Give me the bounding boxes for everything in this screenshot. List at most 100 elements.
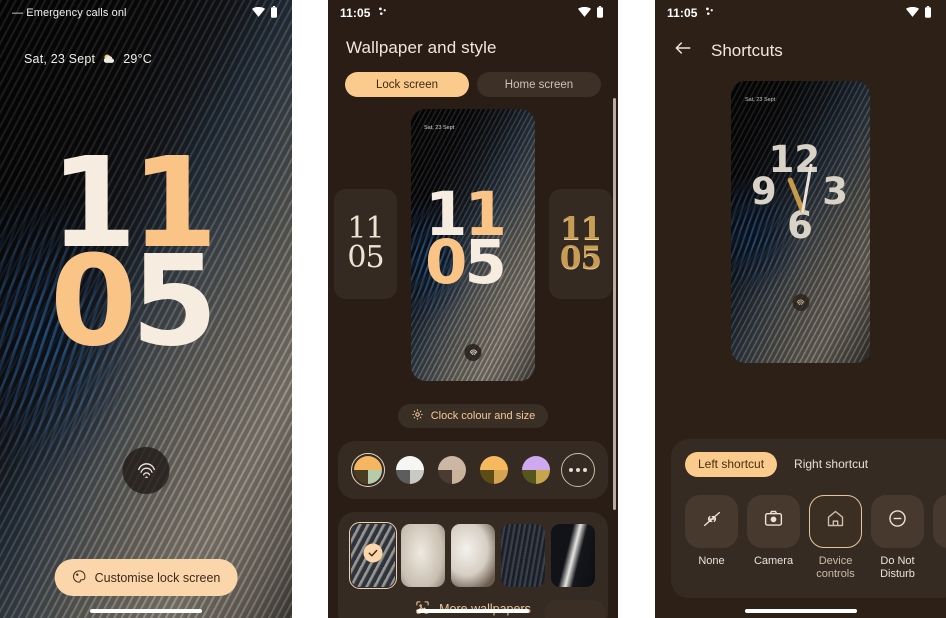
shortcut-option-partial[interactable] <box>933 494 946 583</box>
status-right <box>252 5 278 21</box>
shortcut-option-row: None Camera Device controls Do Not Distu… <box>671 477 946 583</box>
clock-colour-size-button[interactable]: Clock colour and size <box>397 404 549 428</box>
shortcuts-sheet: Left shortcut Right shortcut None Camera… <box>671 438 946 598</box>
shortcuts-lock-preview[interactable]: Sat, 23 Sept 12 3 6 9 <box>731 81 870 363</box>
status-left: — Emergency calls onl <box>12 7 252 19</box>
shortcut-side-tabs: Left shortcut Right shortcut <box>671 451 946 477</box>
option-label: Camera <box>753 554 794 567</box>
preview-minute-1: 0 <box>425 226 467 298</box>
wallpaper-style-panel: 11:05 Wallpaper and style Lock screen Ho… <box>328 0 618 618</box>
option-tile <box>871 494 924 548</box>
home-indicator[interactable] <box>90 609 202 613</box>
battery-icon <box>924 5 932 21</box>
option-tile <box>685 494 738 548</box>
preview-minute-2: 5 <box>464 226 506 298</box>
camera-icon <box>763 508 784 534</box>
lock-screen-panel: — Emergency calls onl Sat, 23 Sept 29°C <box>0 0 292 618</box>
mini-right-line2: 05 <box>559 240 602 276</box>
colour-swatch-section <box>338 441 608 499</box>
check-icon <box>363 543 383 563</box>
swatch-lilac-olive[interactable] <box>519 453 553 487</box>
wallpaper-white-leaf[interactable] <box>451 524 495 587</box>
battery-icon <box>596 5 604 21</box>
gear-icon <box>411 408 424 424</box>
date-weather-row: Sat, 23 Sept 29°C <box>24 52 152 66</box>
status-time: 11:05 <box>340 6 371 20</box>
fingerprint-icon <box>464 344 482 361</box>
tab-lock-screen[interactable]: Lock screen <box>345 72 469 97</box>
shortcuts-status-bar: 11:05 <box>655 0 946 26</box>
wallpaper-black-white-streak[interactable] <box>551 524 595 587</box>
dot <box>569 468 573 472</box>
page-title: Shortcuts <box>711 40 783 60</box>
option-tile <box>933 494 946 548</box>
preview-date-label: Sat, 23 Sept <box>424 125 455 131</box>
vertical-scrollbar[interactable] <box>613 98 616 510</box>
panel-gap-2 <box>618 0 655 618</box>
carrier-label: — Emergency calls onl <box>12 7 127 19</box>
status-left: 11:05 <box>340 6 578 20</box>
swatch-orange-olive[interactable] <box>351 453 385 487</box>
mini-clock-thin: 11 05 <box>347 214 384 275</box>
carousel-card-right[interactable]: 11 05 <box>549 189 612 299</box>
fingerprint-icon[interactable] <box>122 447 170 494</box>
palette-icon <box>72 569 87 587</box>
temperature-label: 29°C <box>123 52 152 66</box>
carousel-card-left[interactable]: 11 05 <box>334 189 397 299</box>
clock-style-carousel[interactable]: 11 05 Sat, 23 Sept 1 1 0 5 11 05 <box>328 109 618 404</box>
status-time: 11:05 <box>667 6 698 20</box>
wallpaper-dark-fur[interactable] <box>501 524 545 587</box>
fingerprint-icon <box>792 294 809 311</box>
tab-right-shortcut[interactable]: Right shortcut <box>781 452 881 477</box>
tab-left-shortcut[interactable]: Left shortcut <box>685 451 778 477</box>
screen-tabs: Lock screen Home screen <box>328 58 618 97</box>
back-arrow-icon[interactable] <box>673 38 693 63</box>
colour-swatch-row <box>351 453 595 487</box>
home-indicator[interactable] <box>417 609 529 613</box>
analog-numeral-9: 9 <box>751 170 777 213</box>
notification-dots-icon <box>704 6 716 20</box>
tab-home-screen-label: Home screen <box>504 78 574 91</box>
option-tile <box>747 494 800 548</box>
tab-home-screen[interactable]: Home screen <box>477 72 601 97</box>
option-label: Device controls <box>816 554 855 581</box>
wallpaper-feather-blue[interactable] <box>348 521 398 590</box>
mini-left-line2: 05 <box>347 240 384 275</box>
shortcut-option-none[interactable]: None <box>685 494 738 583</box>
shortcut-option-camera[interactable]: Camera <box>747 494 800 583</box>
bottom-partial-button[interactable] <box>544 600 606 618</box>
clock-minutes-row: 0 5 <box>50 228 218 374</box>
status-left: 11:05 <box>667 6 906 20</box>
shortcut-option-device-controls[interactable]: Device controls <box>809 494 862 583</box>
mini-clock-gold: 11 05 <box>559 213 602 276</box>
swatch-beige-brown[interactable] <box>435 453 469 487</box>
wallpaper-status-bar: 11:05 <box>328 0 618 26</box>
lock-clock: 1 1 0 5 <box>50 141 218 374</box>
screenshot-stage: — Emergency calls onl Sat, 23 Sept 29°C <box>0 0 946 618</box>
shortcuts-panel: 11:05 Shortcuts Sat, 23 Sept 12 3 6 9 Le… <box>655 0 946 618</box>
swatch-preview <box>354 456 382 484</box>
status-right <box>906 5 932 21</box>
more-dots-icon[interactable] <box>561 453 595 487</box>
preview-date-label: Sat, 23 Sept <box>745 97 776 103</box>
clock-minute-digit-2: 5 <box>130 228 218 374</box>
wallpaper-thumbnail-row <box>348 521 595 590</box>
preview-minutes-row: 0 5 <box>425 226 507 298</box>
partly-cloudy-icon <box>102 52 116 66</box>
option-tile <box>809 494 862 548</box>
customise-lock-screen-button[interactable]: Customise lock screen <box>54 559 238 596</box>
tab-left-shortcut-label: Left shortcut <box>698 457 765 471</box>
notification-dots-icon <box>377 6 389 20</box>
swatch-preview <box>522 456 550 484</box>
swatch-white-grey[interactable] <box>393 453 427 487</box>
home-controls-icon <box>825 508 846 534</box>
wallpaper-cream-petal[interactable] <box>401 524 445 587</box>
dot <box>583 468 587 472</box>
no-shortcut-icon <box>701 508 723 535</box>
swatch-amber-olive[interactable] <box>477 453 511 487</box>
shortcut-option-do-not-disturb[interactable]: Do Not Disturb <box>871 494 924 583</box>
home-indicator[interactable] <box>744 609 857 613</box>
carousel-card-main[interactable]: Sat, 23 Sept 1 1 0 5 <box>411 109 535 381</box>
tab-right-shortcut-label: Right shortcut <box>794 457 869 471</box>
wifi-icon <box>252 6 265 20</box>
